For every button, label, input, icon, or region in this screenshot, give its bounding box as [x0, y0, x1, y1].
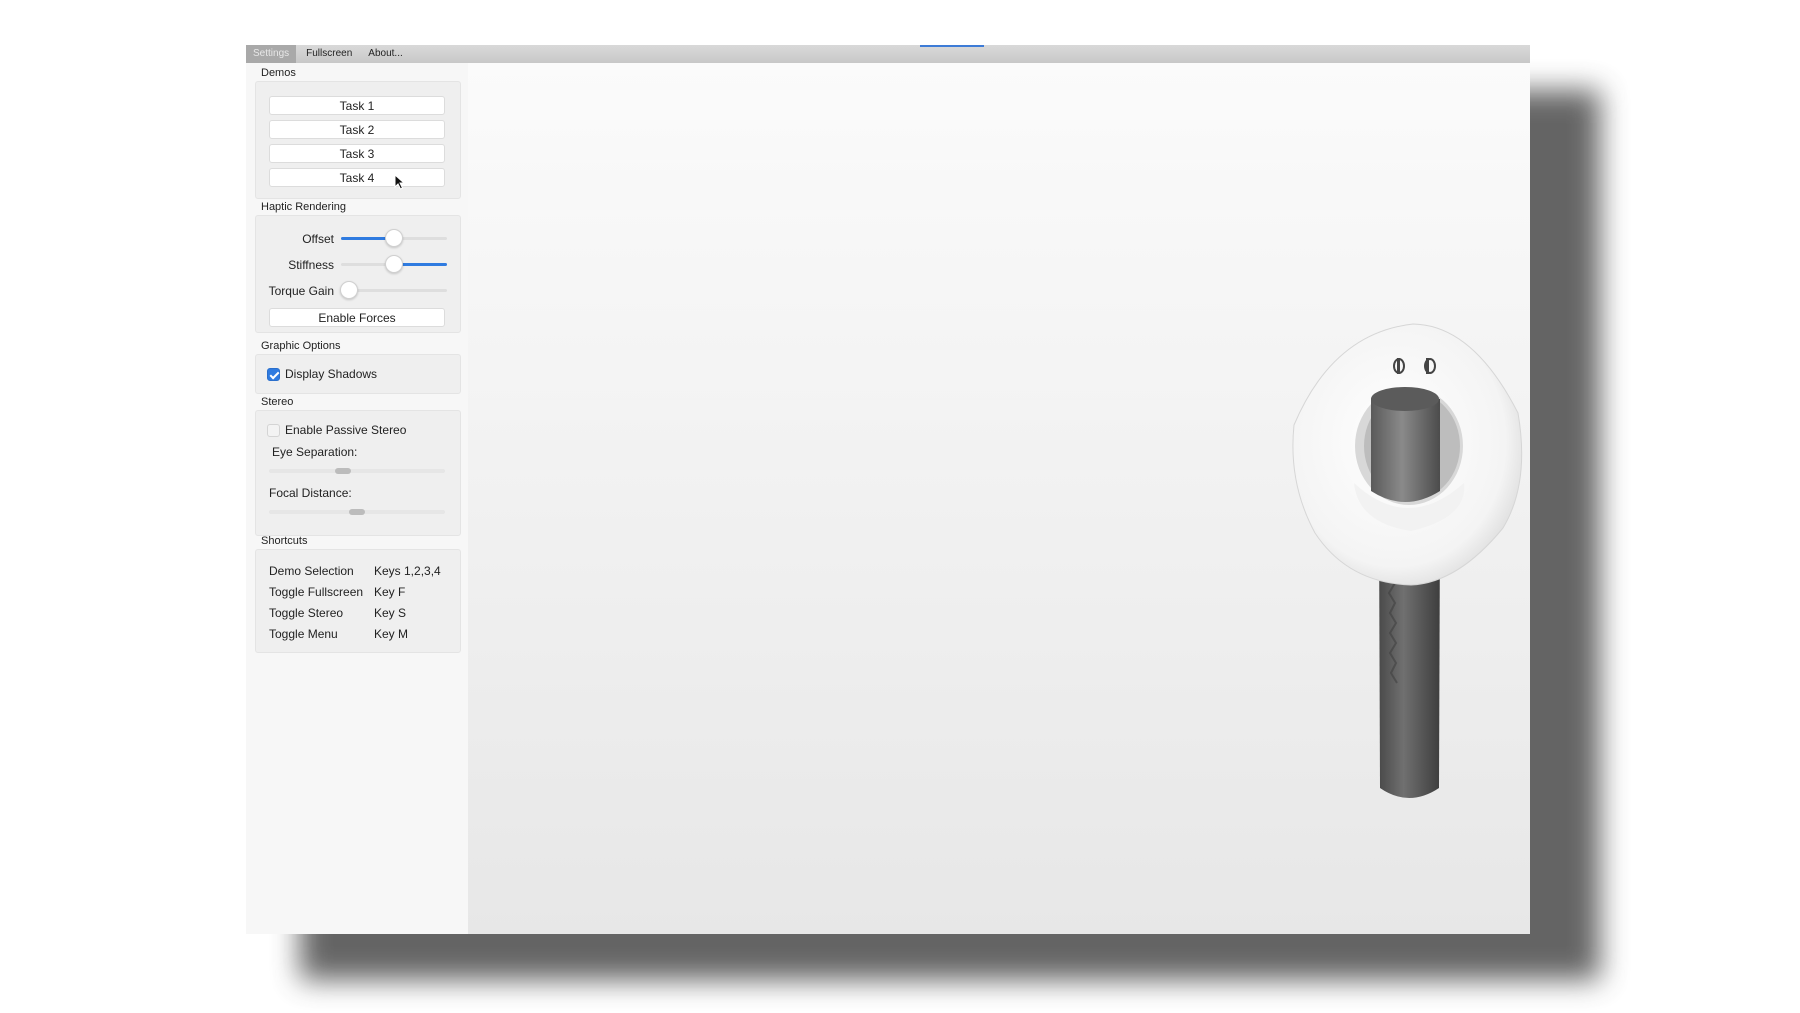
task-3-button[interactable]: Task 3: [269, 144, 445, 163]
rod-cylinder: [1371, 399, 1440, 502]
scene-render: [1292, 323, 1523, 798]
stereo-section-title: Stereo: [261, 396, 294, 408]
eye-separation-label: Eye Separation:: [272, 445, 358, 459]
demos-panel: Task 1 Task 2 Task 3 Task 4: [255, 81, 461, 199]
mouse-cursor-icon: [394, 174, 406, 190]
offset-slider-knob[interactable]: [385, 229, 403, 247]
focal-distance-label: Focal Distance:: [269, 486, 352, 500]
shortcut-key: Keys 1,2,3,4: [374, 564, 441, 578]
menu-fullscreen[interactable]: Fullscreen: [298, 45, 360, 63]
shortcut-key: Key M: [374, 627, 409, 641]
task-4-button[interactable]: Task 4: [269, 168, 445, 187]
shortcut-action: Toggle Stereo: [269, 606, 344, 620]
shortcut-row: Demo Selection Keys 1,2,3,4: [269, 564, 459, 580]
shortcut-key: Key S: [374, 606, 407, 620]
display-shadows-label: Display Shadows: [285, 367, 378, 381]
shortcut-row: Toggle Fullscreen Key F: [269, 585, 459, 601]
shortcut-row: Toggle Stereo Key S: [269, 606, 459, 622]
torque-gain-slider[interactable]: [340, 281, 447, 299]
stiffness-slider[interactable]: [341, 255, 447, 273]
stiffness-label: Stiffness: [288, 258, 334, 272]
graphics-section-title: Graphic Options: [261, 340, 341, 352]
shortcut-action: Toggle Menu: [269, 627, 338, 641]
shortcuts-section-title: Shortcuts: [261, 535, 308, 547]
rod-top-cap: [1371, 387, 1439, 411]
shortcut-key: Key F: [374, 585, 406, 599]
haptic-section-title: Haptic Rendering: [261, 201, 346, 213]
eye-separation-slider[interactable]: [269, 468, 445, 474]
app-window: Settings Fullscreen About... Demos Task …: [246, 45, 1530, 934]
stereo-panel: Enable Passive Stereo Eye Separation: Fo…: [255, 410, 461, 536]
display-shadows-checkbox[interactable]: [267, 368, 280, 381]
menu-settings[interactable]: Settings: [246, 45, 297, 63]
task-1-button[interactable]: Task 1: [269, 96, 445, 115]
3d-viewport[interactable]: [468, 63, 1530, 934]
torque-gain-slider-knob[interactable]: [340, 281, 358, 299]
torque-gain-label: Torque Gain: [268, 284, 334, 298]
shortcut-action: Demo Selection: [269, 564, 354, 578]
enable-passive-stereo-checkbox[interactable]: [267, 424, 280, 437]
offset-label: Offset: [302, 232, 334, 246]
stiffness-slider-knob[interactable]: [385, 255, 403, 273]
enable-passive-stereo-label: Enable Passive Stereo: [285, 423, 407, 437]
shortcut-row: Toggle Menu Key M: [269, 627, 459, 643]
focal-distance-slider-knob[interactable]: [349, 509, 365, 515]
menu-indicator: [920, 45, 984, 47]
shortcuts-panel: Demo Selection Keys 1,2,3,4 Toggle Fulls…: [255, 549, 461, 653]
shortcut-action: Toggle Fullscreen: [269, 585, 364, 599]
graphics-panel: Display Shadows: [255, 354, 461, 394]
menu-bar: Settings Fullscreen About...: [246, 45, 1530, 63]
demos-section-title: Demos: [261, 67, 296, 79]
focal-distance-slider[interactable]: [269, 509, 445, 515]
haptic-panel: Offset Stiffness Torque Gain Enable Forc…: [255, 215, 461, 333]
menu-about[interactable]: About...: [360, 45, 410, 63]
eye-separation-slider-knob[interactable]: [335, 468, 351, 474]
offset-slider[interactable]: [341, 229, 447, 247]
task-2-button[interactable]: Task 2: [269, 120, 445, 139]
settings-sidebar: Demos Task 1 Task 2 Task 3 Task 4 Haptic…: [246, 63, 468, 934]
enable-forces-button[interactable]: Enable Forces: [269, 308, 445, 327]
